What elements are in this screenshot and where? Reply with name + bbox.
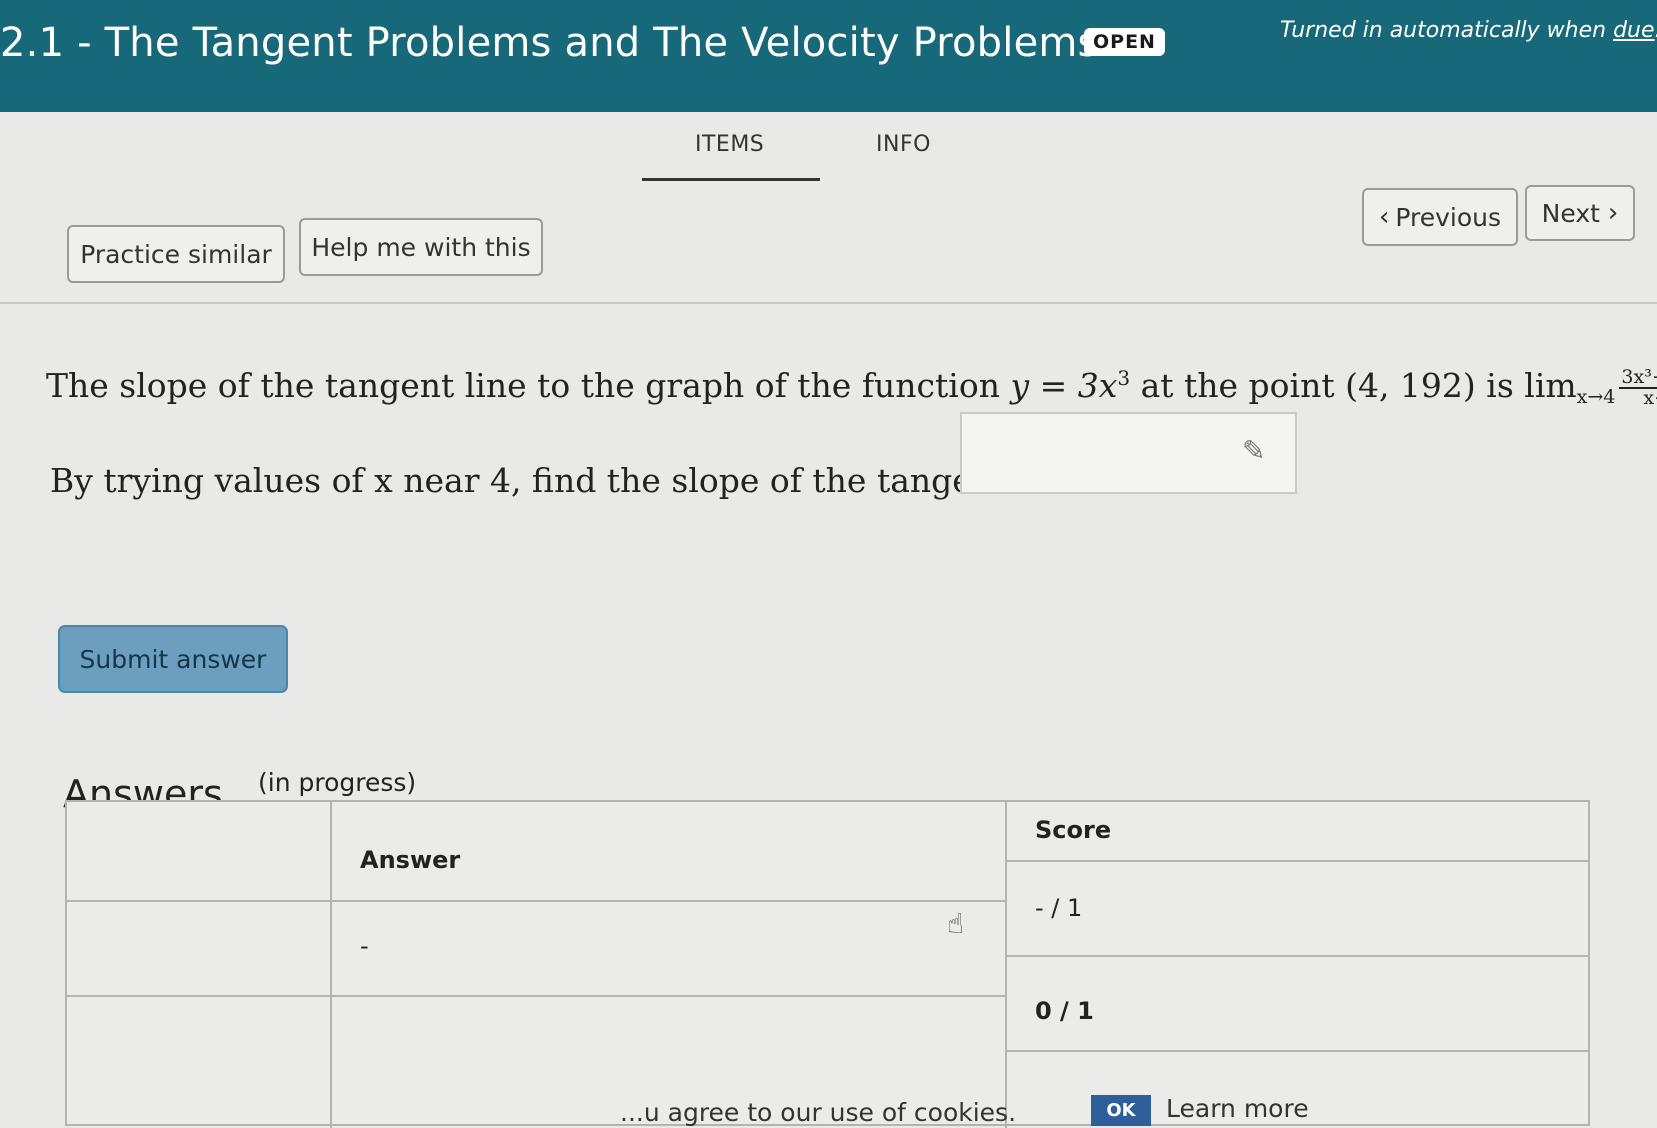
problem-text-a: The slope of the tangent line to the gra…	[46, 366, 1011, 405]
fraction-numerator: 3x³−192	[1619, 368, 1657, 389]
table-row: 0 / 1	[1007, 957, 1590, 1052]
turnin-note: Turned in automatically when due.	[1280, 18, 1657, 43]
tab-info[interactable]: INFO	[876, 132, 931, 157]
active-tab-indicator	[642, 178, 820, 181]
table-header-cell: Answer	[332, 802, 1007, 902]
previous-button[interactable]: ‹ Previous	[1362, 188, 1518, 246]
problem-text-c: is lim	[1475, 366, 1577, 405]
problem-line-2: By trying values of x near 4, find the s…	[50, 461, 1090, 500]
score-cell: - / 1	[1035, 894, 1083, 922]
assignment-title: 2.1 - The Tangent Problems and The Veloc…	[0, 20, 1099, 66]
table-row	[67, 997, 332, 1128]
table-row	[67, 902, 332, 997]
problem-point: (4, 192)	[1345, 366, 1476, 405]
status-badge: OPEN	[1084, 28, 1165, 56]
table-header-cell: Score	[1007, 802, 1590, 862]
limit-subscript: x→4	[1576, 386, 1616, 408]
table-header-cell	[67, 802, 332, 902]
next-label: Next	[1541, 198, 1600, 228]
next-button[interactable]: Next ›	[1525, 185, 1635, 241]
answers-status: (in progress)	[258, 768, 417, 797]
table-row: -	[332, 902, 1007, 997]
help-me-button[interactable]: Help me with this	[299, 218, 543, 276]
problem-function: y = 3x	[1010, 366, 1118, 405]
cookie-notice: ...u agree to our use of cookies.	[620, 1098, 1017, 1127]
previous-label: Previous	[1395, 202, 1502, 232]
table-row: - / 1	[1007, 862, 1590, 957]
answers-table: Answer Score - - / 1 ☝ 0 / 1	[65, 800, 1590, 1128]
practice-similar-button[interactable]: Practice similar	[67, 225, 285, 283]
tab-items[interactable]: ITEMS	[695, 132, 764, 157]
chevron-right-icon: ›	[1607, 198, 1619, 228]
limit-fraction: 3x³−192x−4	[1619, 368, 1657, 408]
score-cell: 0 / 1	[1035, 997, 1094, 1025]
cookie-ok-button[interactable]: OK	[1091, 1095, 1151, 1126]
pencil-icon[interactable]: ✎	[1242, 434, 1635, 467]
score-column-header: Score	[1035, 816, 1112, 844]
chevron-left-icon: ‹	[1378, 202, 1390, 232]
problem-line-1: The slope of the tangent line to the gra…	[46, 368, 1657, 408]
section-divider	[0, 302, 1657, 304]
problem-exponent: 3	[1117, 366, 1131, 390]
hand-icon: ☝	[947, 907, 965, 940]
learn-more-link[interactable]: Learn more	[1166, 1094, 1309, 1123]
fraction-denominator: x−4	[1643, 387, 1657, 409]
answer-cell: -	[360, 932, 369, 960]
assignment-header: 2.1 - The Tangent Problems and The Veloc…	[0, 0, 1657, 112]
turnin-text: Turned in automatically when	[1280, 18, 1614, 43]
submit-answer-button[interactable]: Submit answer	[58, 625, 288, 693]
problem-text-b: at the point	[1130, 366, 1346, 405]
due-link[interactable]: due	[1613, 18, 1654, 43]
answer-column-header: Answer	[360, 846, 461, 874]
